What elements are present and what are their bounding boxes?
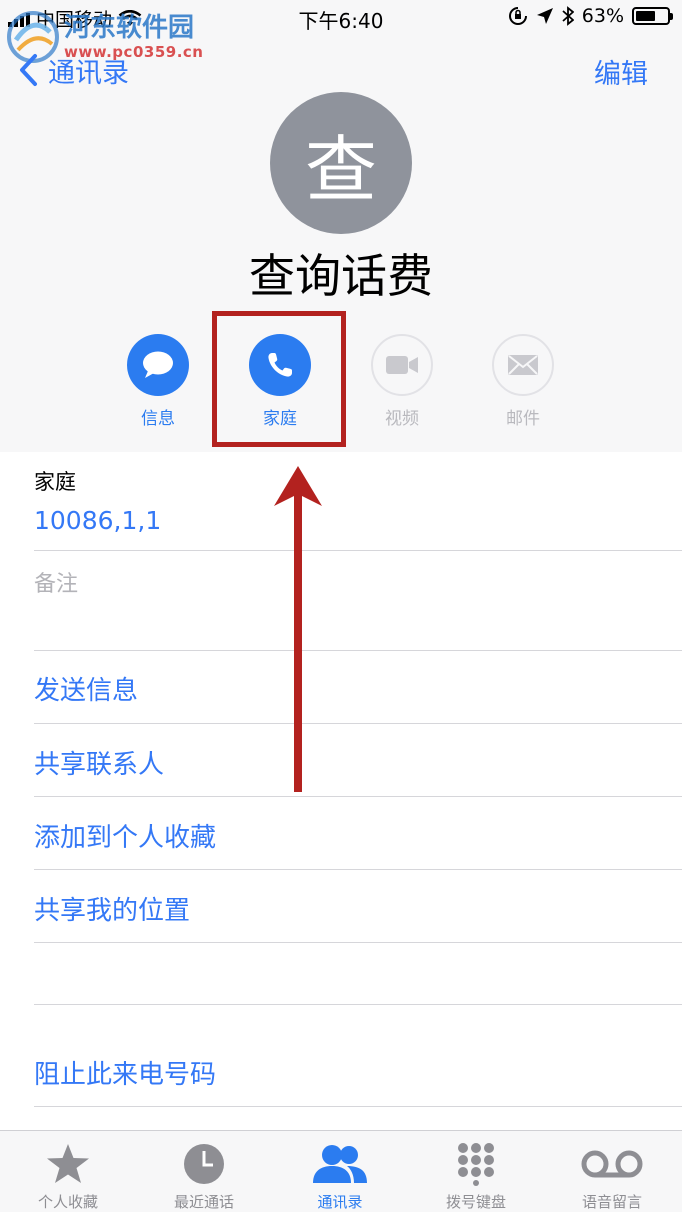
avatar: 查: [270, 92, 412, 234]
back-button[interactable]: 通讯录: [18, 50, 129, 90]
annotation-arrow-icon: [274, 466, 322, 792]
mail-action-circle: [492, 334, 554, 396]
separator: [34, 942, 682, 943]
avatar-initial: 查: [304, 127, 377, 212]
message-action-label: 信息: [141, 409, 175, 429]
watermark-title: 河东软件园: [64, 13, 195, 43]
tab-favorites[interactable]: 个人收藏: [0, 1141, 136, 1212]
edit-button[interactable]: 编辑: [594, 52, 648, 91]
contact-name: 查询话费: [249, 249, 433, 303]
video-action-button[interactable]: 视频: [362, 334, 442, 429]
share-location-row[interactable]: 共享我的位置: [34, 890, 190, 927]
mail-icon: [508, 355, 538, 375]
tab-voicemail-label: 语音留言: [581, 1193, 642, 1211]
battery-percent: 63%: [581, 5, 624, 27]
chevron-left-icon: [20, 54, 37, 86]
battery-fill: [636, 11, 655, 21]
tab-recents-label: 最近通话: [173, 1193, 234, 1211]
tab-favorites-label: 个人收藏: [37, 1193, 98, 1211]
block-caller-row[interactable]: 阻止此来电号码: [34, 1054, 216, 1091]
separator: [34, 796, 682, 797]
phone-label: 家庭: [34, 470, 76, 494]
video-camera-icon: [386, 356, 418, 374]
tab-recents[interactable]: 最近通话: [136, 1141, 272, 1212]
separator: [34, 650, 682, 651]
star-icon: [47, 1144, 89, 1183]
send-message-row[interactable]: 发送信息: [34, 670, 138, 707]
add-favorite-row[interactable]: 添加到个人收藏: [34, 817, 216, 854]
message-action-circle: [127, 334, 189, 396]
battery-icon: [632, 7, 673, 25]
separator: [34, 1106, 682, 1107]
bluetooth-icon: [562, 6, 574, 26]
tab-contacts-label: 通讯录: [317, 1193, 363, 1211]
message-action-button[interactable]: 信息: [118, 334, 198, 429]
contacts-icon: [313, 1145, 367, 1183]
tab-keypad-label: 拨号键盘: [445, 1193, 506, 1211]
orientation-lock-icon: [508, 7, 527, 25]
mail-action-label: 邮件: [506, 409, 540, 429]
separator: [34, 550, 682, 551]
separator: [34, 1004, 682, 1005]
tab-bar: 个人收藏 最近通话 通讯录 拨号键盘 语音留言: [0, 1130, 682, 1212]
video-action-circle: [371, 334, 433, 396]
location-arrow-icon: [536, 8, 553, 24]
clock-icon: [184, 1144, 224, 1184]
tab-contacts[interactable]: 通讯录: [272, 1141, 408, 1212]
separator: [34, 723, 682, 724]
message-bubble-icon: [143, 351, 173, 378]
back-label: 通讯录: [48, 57, 129, 89]
notes-field[interactable]: 备注: [34, 566, 78, 598]
tab-voicemail[interactable]: 语音留言: [544, 1141, 680, 1212]
status-right: 63%: [508, 5, 673, 27]
tab-keypad[interactable]: 拨号键盘: [408, 1141, 544, 1212]
separator: [34, 869, 682, 870]
share-contact-row[interactable]: 共享联系人: [34, 744, 164, 781]
video-action-label: 视频: [385, 409, 419, 429]
phone-entry[interactable]: 家庭 10086,1,1: [34, 466, 161, 535]
call-highlight-box: [212, 311, 346, 447]
phone-number[interactable]: 10086,1,1: [34, 506, 161, 535]
voicemail-icon: [581, 1150, 643, 1178]
mail-action-button[interactable]: 邮件: [483, 334, 563, 429]
keypad-icon: [458, 1143, 494, 1186]
